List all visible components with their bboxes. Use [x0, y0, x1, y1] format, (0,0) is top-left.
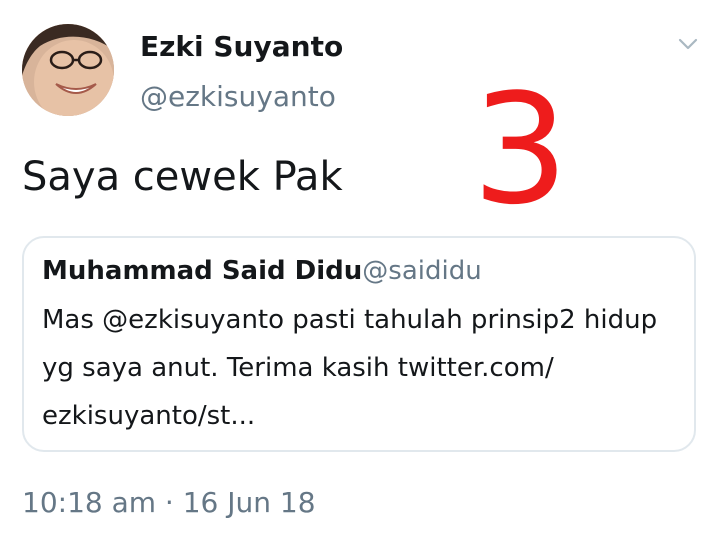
author-display-name[interactable]: Ezki Suyanto	[140, 30, 343, 63]
tweet-timestamp[interactable]: 10:18 am · 16 Jun 18	[22, 486, 316, 519]
author-handle[interactable]: @ezkisuyanto	[140, 80, 336, 113]
quoted-tweet-line: Mas @ezkisuyanto pasti tahulah prinsip2 …	[42, 305, 658, 335]
quoted-tweet-text: Mas @ezkisuyanto pasti tahulah prinsip2 …	[42, 296, 682, 440]
tweet-card: Ezki Suyanto @ezkisuyanto 3 Saya cewek P…	[0, 0, 720, 540]
quoted-tweet-header: Muhammad Said Didu@saididu	[42, 256, 482, 286]
tweet-text: Saya cewek Pak	[22, 154, 343, 200]
quoted-tweet[interactable]: Muhammad Said Didu@saididu Mas @ezkisuya…	[22, 236, 696, 452]
person-photo-icon	[22, 24, 114, 116]
quoted-tweet-line: yg saya anut. Terima kasih twitter.com/	[42, 353, 554, 383]
author-avatar[interactable]	[22, 24, 114, 116]
chevron-down-icon	[678, 38, 698, 50]
quoted-author-name: Muhammad Said Didu	[42, 256, 363, 286]
tweet-menu-button[interactable]	[676, 34, 700, 54]
overlay-number: 3	[472, 61, 569, 238]
quoted-author-handle: @saididu	[362, 256, 482, 286]
quoted-tweet-line: ezkisuyanto/st...	[42, 401, 256, 431]
